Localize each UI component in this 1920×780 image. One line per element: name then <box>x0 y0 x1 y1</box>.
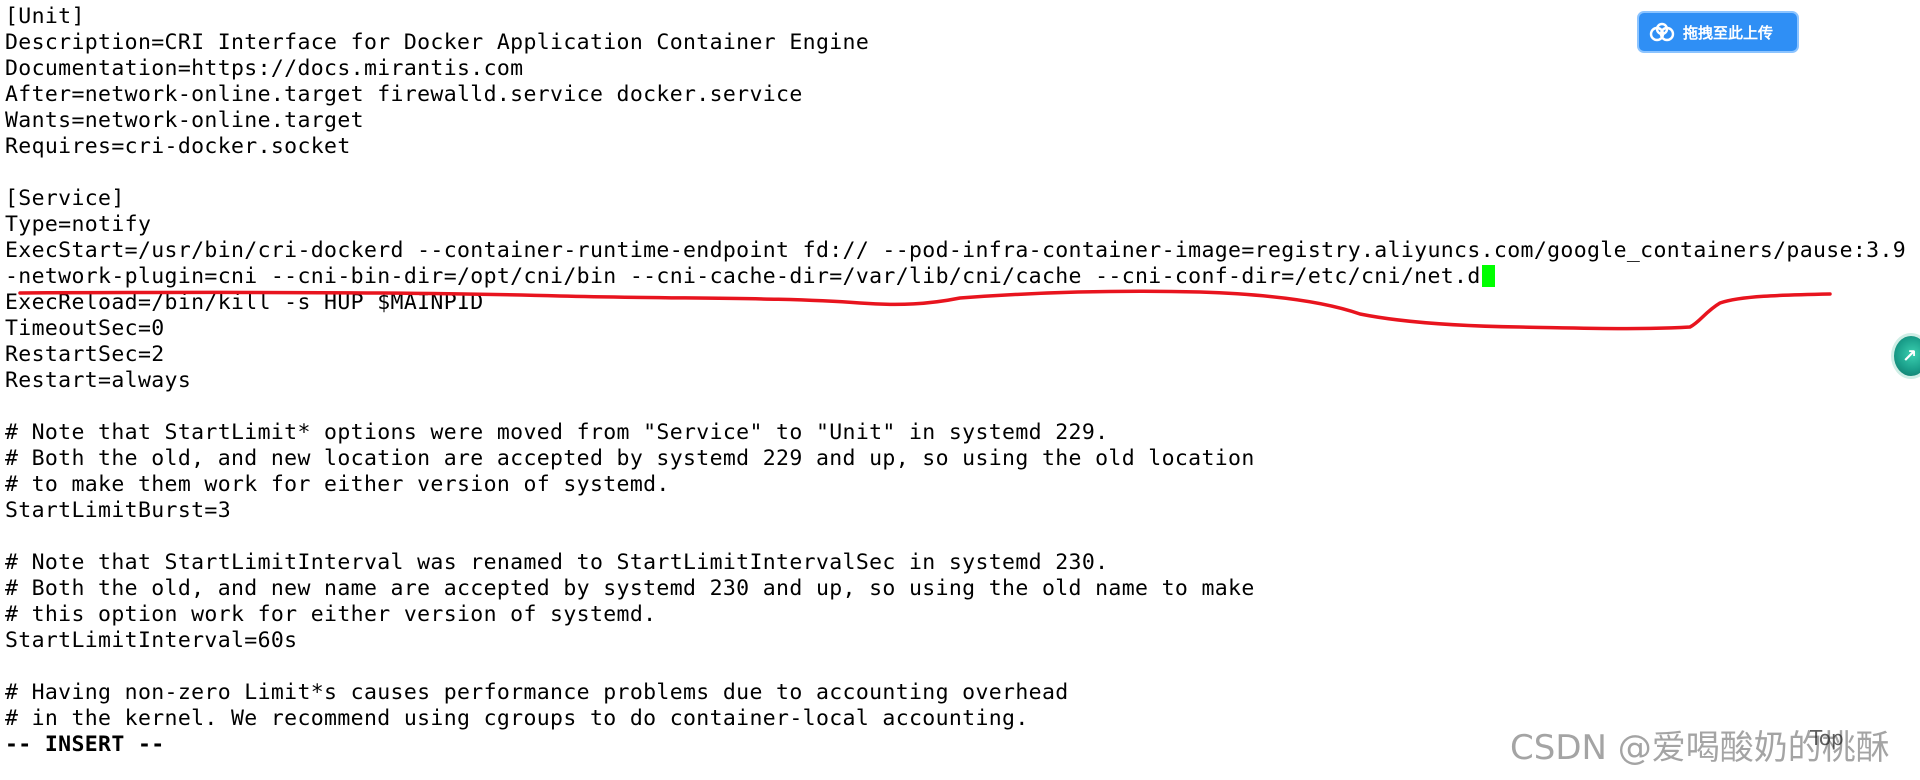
line-6: Requires=cri-docker.socket <box>5 134 351 159</box>
line-13: TimeoutSec=0 <box>5 316 165 341</box>
line-12: ExecReload=/bin/kill -s HUP $MAINPID <box>5 290 484 315</box>
line-11-text: -network-plugin=cni --cni-bin-dir=/opt/c… <box>5 264 1481 289</box>
line-1: [Unit] <box>5 4 85 29</box>
line-14: RestartSec=2 <box>5 342 165 367</box>
line-23: # Both the old, and new name are accepte… <box>5 576 1255 601</box>
line-15: Restart=always <box>5 368 192 393</box>
line-24: # this option work for either version of… <box>5 602 657 627</box>
editor-buffer[interactable]: [Unit] Description=CRI Interface for Doc… <box>5 4 1920 758</box>
vim-mode-indicator: -- INSERT -- <box>5 732 165 757</box>
text-cursor <box>1481 265 1495 287</box>
line-26 <box>5 654 1920 680</box>
line-25: StartLimitInterval=60s <box>5 628 298 653</box>
line-18: # Both the old, and new location are acc… <box>5 446 1255 471</box>
line-2: Description=CRI Interface for Docker App… <box>5 30 870 55</box>
line-3: Documentation=https://docs.mirantis.com <box>5 56 524 81</box>
line-11-with-cursor: -network-plugin=cni --cni-bin-dir=/opt/c… <box>5 264 1920 290</box>
line-8: [Service] <box>5 186 125 211</box>
upload-label: 拖拽至此上传 <box>1683 23 1774 42</box>
line-28: # in the kernel. We recommend using cgro… <box>5 706 1029 731</box>
line-22: # Note that StartLimitInterval was renam… <box>5 550 1109 575</box>
line-16 <box>5 394 1920 420</box>
terminal-window[interactable]: [Unit] Description=CRI Interface for Doc… <box>0 0 1920 780</box>
assistant-glyph: ↗ <box>1902 346 1918 367</box>
line-7 <box>5 160 1920 186</box>
line-10: ExecStart=/usr/bin/cri-dockerd --contain… <box>5 238 1920 263</box>
drag-upload-button[interactable]: 拖拽至此上传 <box>1637 11 1799 53</box>
line-27: # Having non-zero Limit*s causes perform… <box>5 680 1069 705</box>
line-21 <box>5 524 1920 550</box>
line-19: # to make them work for either version o… <box>5 472 670 497</box>
line-17: # Note that StartLimit* options were mov… <box>5 420 1109 445</box>
line-20: StartLimitBurst=3 <box>5 498 231 523</box>
line-5: Wants=network-online.target <box>5 108 364 133</box>
cloud-upload-icon <box>1649 22 1675 42</box>
line-9: Type=notify <box>5 212 152 237</box>
line-4: After=network-online.target firewalld.se… <box>5 82 803 107</box>
